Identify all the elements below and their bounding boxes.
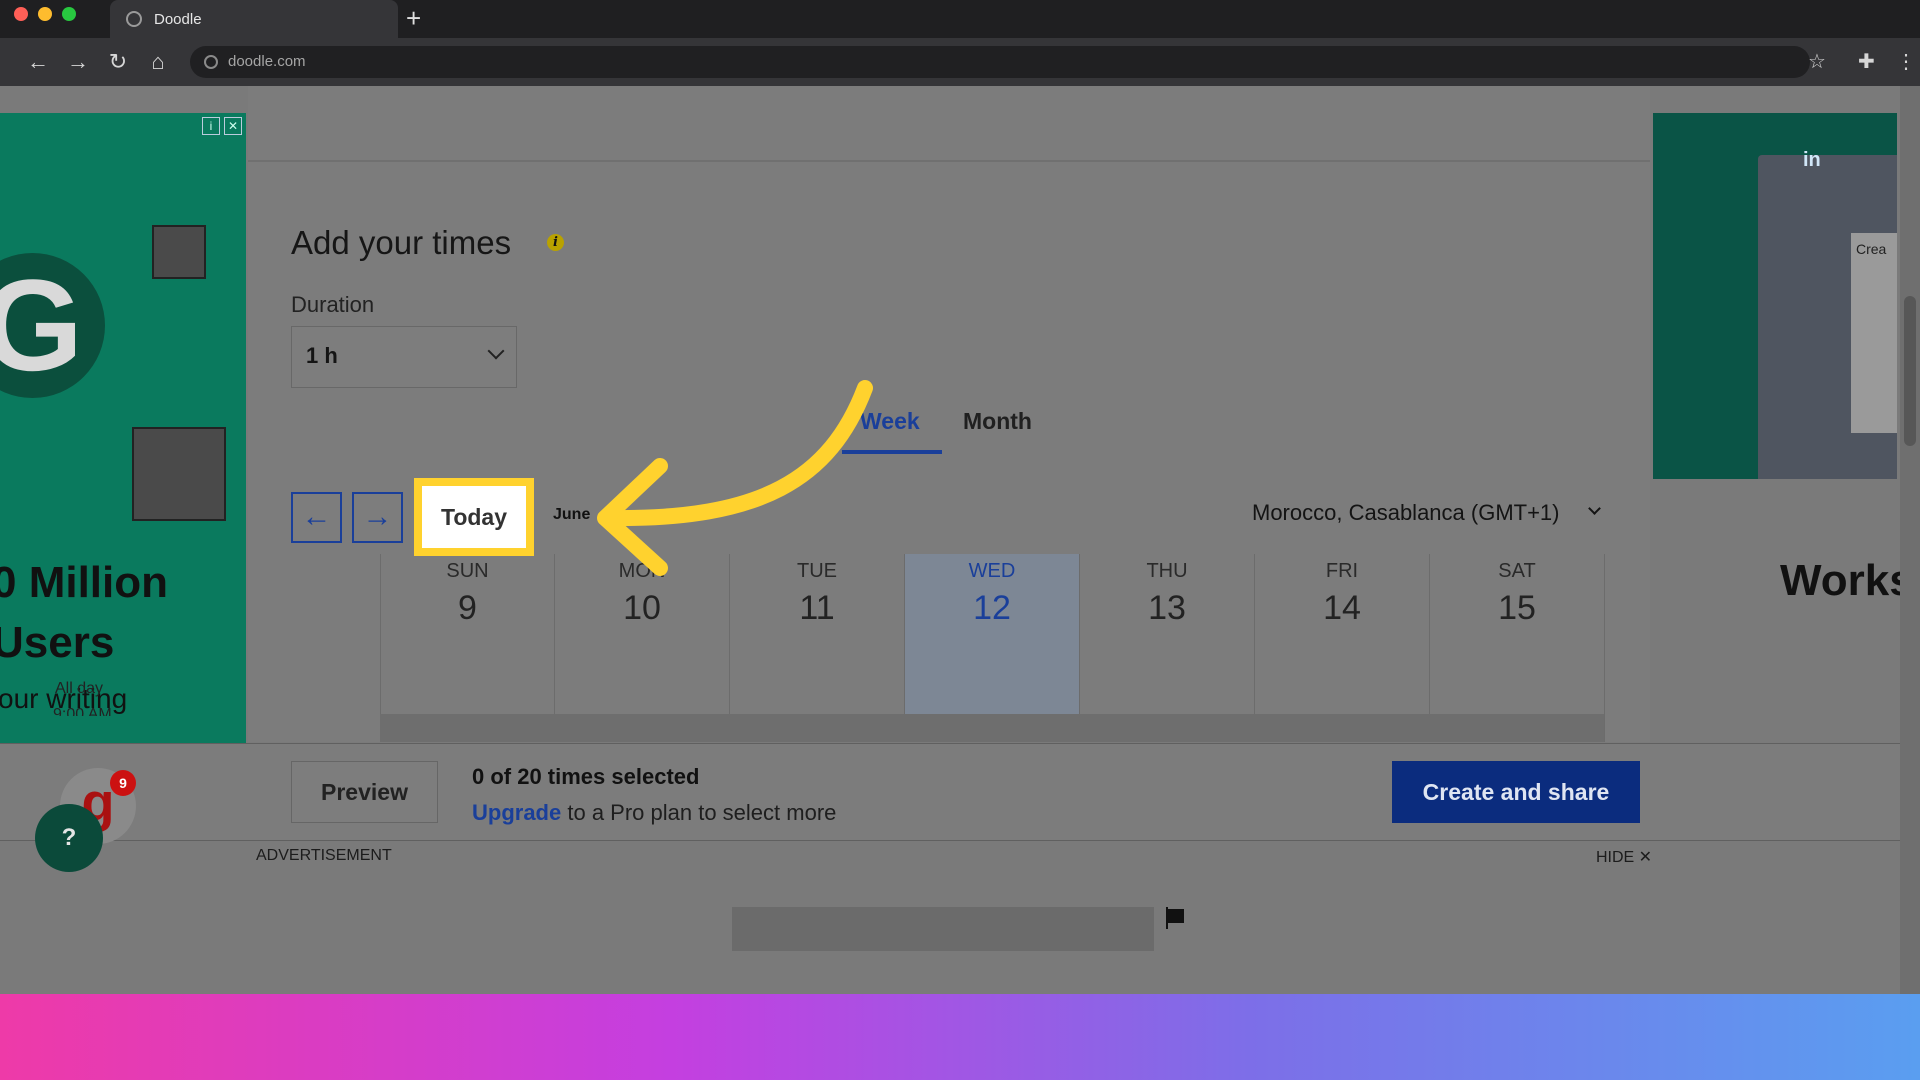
top-banner: [248, 86, 1650, 162]
back-icon[interactable]: ←: [24, 48, 52, 76]
bottom-ad-strip: ADVERTISEMENT HIDE ✕: [0, 841, 1900, 994]
time-row-label: 9:00 AM: [53, 706, 112, 716]
close-window-icon[interactable]: [14, 7, 28, 21]
day-name: SUN: [446, 560, 489, 582]
day-name: THU: [1146, 560, 1188, 582]
timezone-select[interactable]: Morocco, Casablanca (GMT+1): [1252, 500, 1560, 526]
tab-title: Doodle: [154, 10, 202, 28]
create-and-share-button[interactable]: Create and share: [1392, 761, 1640, 823]
ad-placeholder[interactable]: [732, 907, 1154, 951]
maximize-window-icon[interactable]: [62, 7, 76, 21]
flag-icon-banner[interactable]: [1168, 909, 1184, 923]
home-icon[interactable]: ⌂: [144, 48, 172, 76]
globe-icon: [126, 11, 142, 27]
linkedin-icon: in: [1803, 149, 1821, 171]
chevron-down-icon: [487, 342, 505, 360]
scrollbar-thumb[interactable]: [1904, 296, 1916, 446]
day-date: 12: [973, 589, 1011, 627]
month-label: June: [553, 506, 591, 523]
ad-screenshot-panel: [1851, 233, 1897, 433]
menu-icon[interactable]: ⋮: [1896, 48, 1916, 76]
active-tab-indicator: [842, 450, 942, 454]
upgrade-link[interactable]: Upgrade: [472, 800, 561, 825]
day-date: 15: [1498, 589, 1536, 627]
advertisement-label: ADVERTISEMENT: [256, 847, 392, 864]
right-advertisement[interactable]: in Crea: [1653, 113, 1897, 479]
day-name: WED: [968, 560, 1016, 582]
ad-headline: 0 Million Users: [0, 558, 168, 667]
chevron-down-icon[interactable]: [1588, 502, 1601, 515]
day-date: 9: [458, 589, 477, 627]
hide-ad-button[interactable]: HIDE ✕: [1596, 847, 1652, 867]
ad-photo: [152, 225, 206, 279]
grammarly-logo-icon: G: [0, 253, 105, 398]
browser-tab-bar: Doodle +: [0, 0, 1920, 38]
notification-badge: 9: [110, 770, 136, 796]
help-button[interactable]: ?: [35, 804, 103, 872]
reload-icon[interactable]: ↻: [104, 48, 132, 76]
next-week-button[interactable]: →: [352, 492, 403, 543]
upgrade-text: to a Pro plan to select more: [561, 800, 837, 825]
ad-info-icon[interactable]: i: [202, 117, 220, 135]
browser-toolbar: ← → ↻ ⌂ doodle.com ☆ ✚ ⋮: [0, 38, 1920, 86]
extensions-icon[interactable]: ✚: [1858, 48, 1875, 76]
tab-month[interactable]: Month: [963, 408, 1032, 435]
browser-tab[interactable]: Doodle: [110, 0, 398, 38]
bookmark-star-icon[interactable]: ☆: [1808, 48, 1826, 76]
day-date: 11: [799, 589, 835, 627]
selection-action-bar: Preview 0 of 20 times selected Upgrade t…: [0, 743, 1900, 841]
left-advertisement[interactable]: i ✕ G 0 Million Users our writing: [0, 113, 246, 743]
address-bar[interactable]: doodle.com: [190, 46, 1810, 78]
right-ad-heading: Works: [1780, 556, 1914, 605]
today-button[interactable]: Today: [422, 486, 526, 548]
day-date: 10: [623, 589, 661, 627]
duration-value: 1 h: [306, 343, 338, 368]
tab-week[interactable]: Week: [860, 408, 920, 435]
day-name: SAT: [1498, 560, 1536, 582]
day-date: 13: [1148, 589, 1186, 627]
minimize-window-icon[interactable]: [38, 7, 52, 21]
site-info-icon[interactable]: [204, 55, 218, 69]
day-name: FRI: [1325, 560, 1359, 582]
ad-photo: [132, 427, 226, 521]
ad-close-icon[interactable]: ✕: [224, 117, 242, 135]
day-date: 14: [1323, 589, 1361, 627]
page-title: Add your times: [291, 224, 512, 261]
day-name: TUE: [797, 560, 837, 582]
previous-week-button[interactable]: ←: [291, 492, 342, 543]
forward-icon[interactable]: →: [64, 48, 92, 76]
info-icon[interactable]: i: [547, 234, 564, 251]
bottom-gradient-bar: [0, 994, 1920, 1080]
page-scrollbar[interactable]: [1900, 86, 1920, 994]
ad-text: Crea: [1856, 241, 1887, 257]
preview-button[interactable]: Preview: [291, 761, 438, 823]
all-day-label: All day: [55, 680, 104, 697]
day-name: MON: [618, 560, 666, 582]
url-text: doodle.com: [228, 53, 306, 70]
duration-select[interactable]: 1 h: [291, 326, 517, 388]
selected-count: 0 of 20 times selected: [472, 764, 700, 789]
time-grid-row[interactable]: [380, 714, 1604, 742]
duration-label: Duration: [291, 292, 375, 317]
page-viewport: i ✕ G 0 Million Users our writing Add yo…: [0, 86, 1920, 994]
upgrade-message: Upgrade to a Pro plan to select more: [472, 800, 836, 826]
main-panel: Add your times i Duration 1 h Week Month…: [248, 86, 1650, 742]
new-tab-button[interactable]: +: [406, 4, 421, 32]
